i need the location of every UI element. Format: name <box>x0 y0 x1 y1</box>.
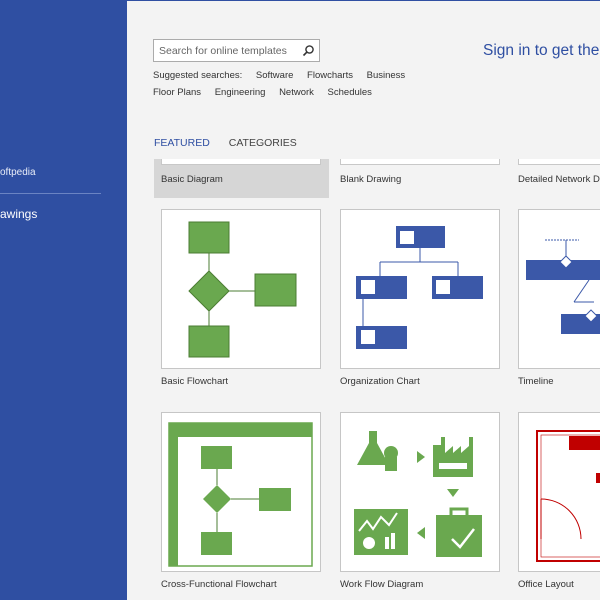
basic-flowchart-thumbnail[interactable] <box>161 209 321 369</box>
tab-categories[interactable]: CATEGORIES <box>229 137 297 149</box>
blank-drawing-thumbnail[interactable] <box>340 159 500 165</box>
template-label: Organization Chart <box>340 376 420 387</box>
template-tabs: FEATURED CATEGORIES <box>154 137 313 149</box>
detailed-network-thumbnail[interactable] <box>518 159 600 165</box>
template-label: Basic Diagram <box>161 174 223 185</box>
sidebar-user-account[interactable]: oftpedia <box>0 167 36 178</box>
suggested-searches-label: Suggested searches: <box>153 70 243 81</box>
main-panel: Suggested searches: Software Flowcharts … <box>127 0 600 600</box>
timeline-thumbnail[interactable] <box>518 209 600 369</box>
suggested-search-schedules[interactable]: Schedules <box>328 87 372 98</box>
sidebar-item-drawings[interactable]: awings <box>0 207 37 221</box>
previous-template-row: Basic Diagram Blank Drawing Detailed Net… <box>127 159 600 198</box>
template-label: Timeline <box>518 376 554 387</box>
tab-featured[interactable]: FEATURED <box>154 137 210 149</box>
suggested-search-engineering[interactable]: Engineering <box>215 87 266 98</box>
template-search-box <box>153 39 320 62</box>
template-label: Cross-Functional Flowchart <box>161 579 277 590</box>
cross-functional-flowchart-thumbnail[interactable] <box>161 412 321 572</box>
sign-in-link[interactable]: Sign in to get the <box>483 42 599 60</box>
sidebar: oftpedia awings <box>0 0 127 600</box>
sidebar-divider <box>0 193 101 194</box>
template-label: Blank Drawing <box>340 174 402 185</box>
suggested-search-floor-plans[interactable]: Floor Plans <box>153 87 201 98</box>
organization-chart-thumbnail[interactable] <box>340 209 500 369</box>
suggested-searches-row-2: Floor Plans Engineering Network Schedule… <box>153 87 383 98</box>
template-label: Basic Flowchart <box>161 376 229 387</box>
work-flow-diagram-thumbnail[interactable] <box>340 412 500 572</box>
suggested-search-flowcharts[interactable]: Flowcharts <box>307 70 353 81</box>
office-layout-thumbnail[interactable] <box>518 412 600 572</box>
suggested-searches: Suggested searches: Software Flowcharts … <box>153 70 416 81</box>
template-label: Work Flow Diagram <box>340 579 424 590</box>
suggested-search-network[interactable]: Network <box>279 87 314 98</box>
suggested-search-software[interactable]: Software <box>256 70 294 81</box>
search-input[interactable] <box>154 40 294 61</box>
basic-diagram-thumbnail[interactable] <box>161 159 321 165</box>
suggested-search-business[interactable]: Business <box>367 70 406 81</box>
template-label: Office Layout <box>518 579 574 590</box>
template-label: Detailed Network D <box>518 174 600 185</box>
search-icon[interactable] <box>299 42 317 60</box>
